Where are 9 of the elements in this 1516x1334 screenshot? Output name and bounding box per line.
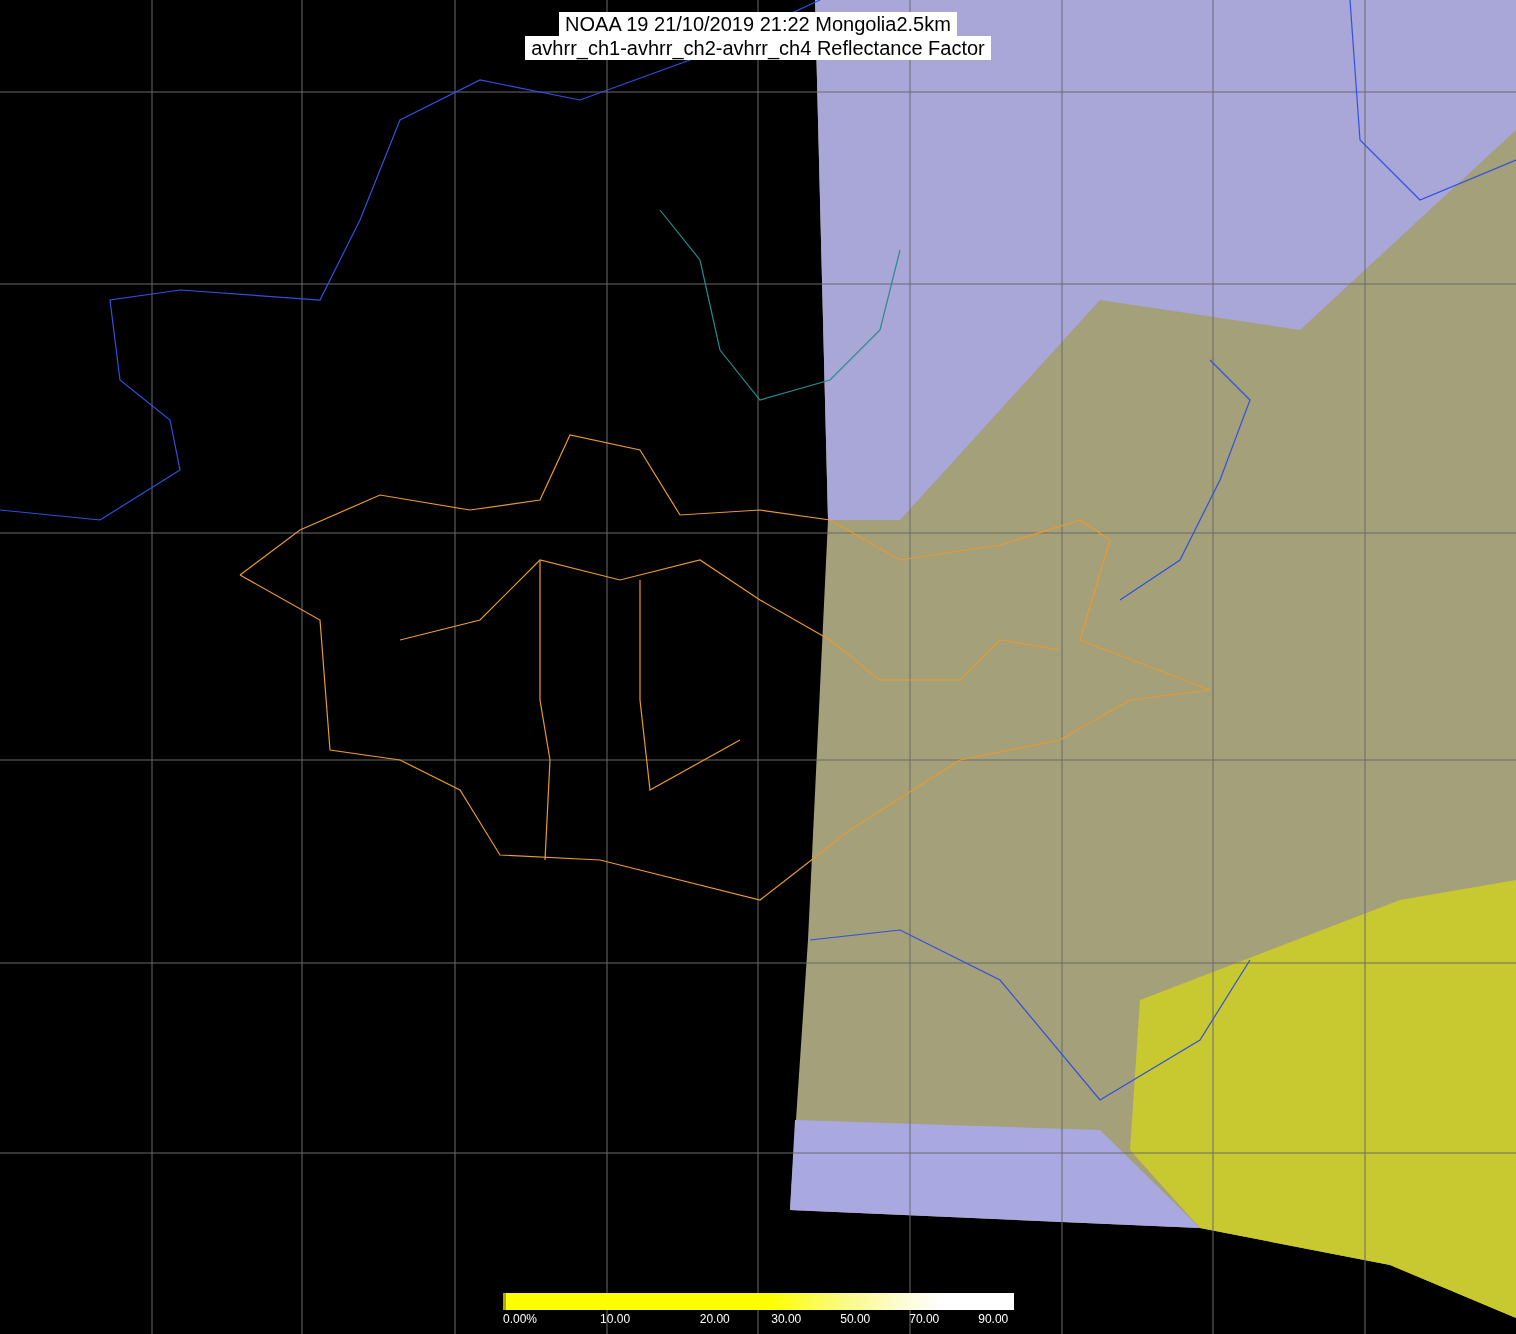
colorbar-label: 0.00% [503,1312,538,1326]
colorbar-label: 70.00 [909,1312,940,1326]
map-title: NOAA 19 21/10/2019 21:22 Mongolia2.5km [559,12,957,36]
colorbar-label: 10.00 [600,1312,631,1326]
colorbar-label: 30.00 [771,1312,802,1326]
colorbar-label: 20.00 [699,1312,730,1326]
map-title: avhrr_ch1-avhrr_ch2-avhrr_ch4 Reflectance Factor [525,36,991,60]
colorbar-label: 90.00 [978,1312,1009,1326]
colorbar-label: 50.00 [840,1312,871,1326]
